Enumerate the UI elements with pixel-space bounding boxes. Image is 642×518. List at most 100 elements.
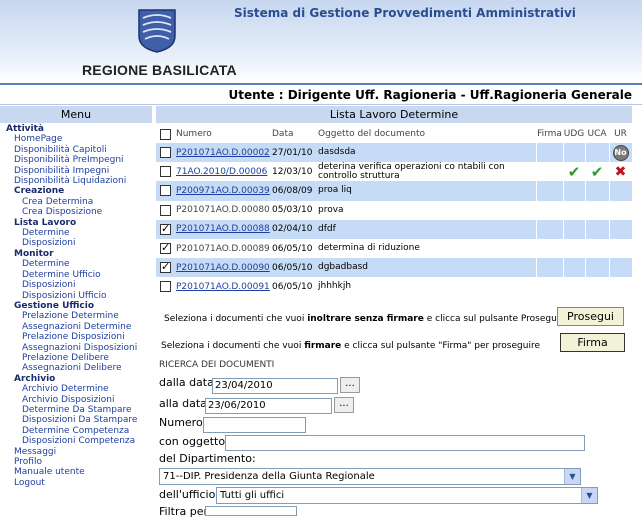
column-header-ur: UR — [614, 129, 627, 139]
sidebar-item-link[interactable]: Disposizioni Ufficio — [0, 291, 155, 301]
sidebar-item-link[interactable]: Determine Competenza — [0, 426, 155, 436]
sidebar-item-link[interactable]: Determine — [0, 228, 155, 238]
status-cell-firma — [536, 143, 563, 162]
sidebar-item-link[interactable]: Assegnazioni Determine — [0, 322, 155, 332]
prosegui-button[interactable]: Prosegui — [557, 307, 624, 326]
to-date-label: alla data — [159, 397, 207, 410]
document-number-link[interactable]: P200971AO.D.00039 — [176, 186, 270, 196]
sidebar-item-link[interactable]: Prelazione Determine — [0, 311, 155, 321]
sidebar-item-link[interactable]: HomePage — [0, 134, 155, 144]
table-row: P200971AO.D.00039 06/08/09 proa liq — [156, 181, 632, 201]
row-checkbox[interactable] — [160, 222, 171, 235]
document-number-link: P201071AO.D.00089 — [176, 243, 270, 254]
sidebar-item-link[interactable]: Archivio Disposizioni — [0, 395, 155, 405]
sidebar-item-link[interactable]: Crea Determina — [0, 197, 155, 207]
menu-title: Menu — [0, 106, 153, 123]
column-divider — [536, 162, 537, 182]
sidebar-item-link[interactable]: Determine Da Stampare — [0, 405, 155, 415]
header: REGIONE BASILICATA Sistema di Gestione P… — [0, 0, 642, 83]
column-divider — [563, 181, 564, 201]
column-header-data[interactable]: Data — [272, 125, 318, 143]
document-number-link[interactable]: P201071AO.D.00002 — [176, 148, 270, 158]
row-checkbox[interactable] — [160, 166, 171, 178]
document-subject: determina di riduzione — [318, 243, 420, 254]
document-number-link[interactable]: P201071AO.D.00088 — [176, 224, 270, 234]
from-date-input[interactable]: 23/04/2010 — [212, 378, 338, 394]
sidebar-item-link[interactable]: Assegnazioni Delibere — [0, 363, 155, 373]
document-table: Numero Data Oggetto del documento Firma … — [156, 125, 632, 297]
column-divider — [536, 219, 537, 239]
document-subject: dgbadbasd — [318, 262, 368, 273]
column-header-udg: UDG — [563, 129, 585, 139]
document-number-link[interactable]: 71AO.2010/D.00006 — [176, 167, 267, 177]
table-header-row: Numero Data Oggetto del documento Firma … — [156, 125, 632, 143]
document-date: 05/03/10 — [272, 205, 313, 216]
status-cell-ur — [609, 239, 632, 258]
select-all-checkbox[interactable] — [160, 128, 171, 140]
sidebar-item-link[interactable]: Prelazione Disposizioni — [0, 332, 155, 342]
sidebar-item-link[interactable]: Messaggi — [0, 447, 155, 457]
document-number-link[interactable]: P201071AO.D.00091 — [176, 282, 270, 292]
department-select[interactable]: 71--DIP. Presidenza della Giunta Regiona… — [159, 468, 581, 485]
firma-button[interactable]: Firma — [560, 333, 625, 352]
to-date-picker-button[interactable]: ... — [334, 397, 354, 413]
column-divider — [536, 143, 537, 163]
sidebar-item-link[interactable]: Disposizioni — [0, 280, 155, 290]
filter-select[interactable] — [205, 506, 297, 516]
column-divider — [563, 277, 564, 297]
row-checkbox[interactable] — [160, 185, 171, 197]
numero-input[interactable] — [203, 417, 306, 433]
document-subject: dfdf — [318, 223, 336, 234]
column-header-oggetto[interactable]: Oggetto del documento — [318, 125, 536, 143]
status-cell-ur — [609, 201, 632, 220]
column-divider — [563, 162, 564, 182]
column-header-numero[interactable]: Numero — [176, 125, 272, 143]
sidebar-item-link[interactable]: Determine Ufficio — [0, 270, 155, 280]
status-cell-udg — [563, 277, 585, 296]
document-date: 06/05/10 — [272, 281, 313, 292]
chevron-down-icon: ▼ — [564, 469, 580, 484]
column-divider — [609, 181, 610, 201]
oggetto-input[interactable] — [225, 435, 585, 451]
sidebar-item-link[interactable]: Logout — [0, 478, 155, 488]
row-checkbox[interactable] — [160, 281, 171, 293]
document-date: 27/01/10 — [272, 147, 313, 158]
sidebar-item-link[interactable]: Archivio Determine — [0, 384, 155, 394]
office-selected-value: Tutti gli uffici — [220, 490, 285, 501]
sidebar-item-link[interactable]: Disposizioni — [0, 238, 155, 248]
sidebar-item-link[interactable]: Profilo — [0, 457, 155, 467]
document-subject: jhhhkjh — [318, 281, 352, 292]
status-cell-firma — [536, 162, 563, 181]
sidebar-item-link[interactable]: Disponibilità Liquidazioni — [0, 176, 155, 186]
row-checkbox[interactable] — [160, 147, 171, 159]
sidebar-menu: Attività HomePage Disponibilità Capitoli Di… — [0, 124, 155, 512]
column-divider — [585, 277, 586, 297]
status-cell-udg — [563, 143, 585, 162]
status-cell-ur — [609, 220, 632, 239]
numero-label: Numero — [159, 416, 203, 429]
column-divider — [563, 258, 564, 278]
sidebar-item-link[interactable]: Assegnazioni Disposizioni — [0, 343, 155, 353]
sidebar-item-link[interactable]: Disponibilità PreImpegni — [0, 155, 155, 165]
to-date-input[interactable]: 23/06/2010 — [205, 398, 332, 414]
sidebar-item-link[interactable]: Disposizioni Da Stampare — [0, 415, 155, 425]
row-checkbox[interactable] — [160, 260, 171, 274]
from-date-picker-button[interactable]: ... — [340, 377, 360, 393]
chevron-down-icon: ▼ — [581, 488, 597, 503]
sidebar-item-link[interactable]: Crea Disposizione — [0, 207, 155, 217]
sidebar-item-link[interactable]: Determine — [0, 259, 155, 269]
sidebar-item-link[interactable]: Disposizioni Competenza — [0, 436, 155, 446]
sidebar-group-heading: Monitor — [14, 248, 54, 259]
sidebar-item-link[interactable]: Prelazione Delibere — [0, 353, 155, 363]
sidebar-item-link[interactable]: Manuale utente — [0, 467, 155, 477]
status-cell-uca — [585, 181, 609, 200]
sidebar-item-link[interactable]: Disponibilità Capitoli — [0, 145, 155, 155]
office-select[interactable]: Tutti gli uffici ▼ — [216, 487, 598, 504]
row-checkbox[interactable] — [160, 241, 171, 255]
status-cell-uca — [585, 143, 609, 162]
sidebar-item-link[interactable]: Disponibilità Impegni — [0, 166, 155, 176]
row-checkbox[interactable] — [160, 204, 171, 216]
search-section-title: RICERCA DEI DOCUMENTI — [159, 360, 275, 370]
column-divider — [585, 162, 586, 182]
document-number-link[interactable]: P201071AO.D.00090 — [176, 263, 270, 273]
